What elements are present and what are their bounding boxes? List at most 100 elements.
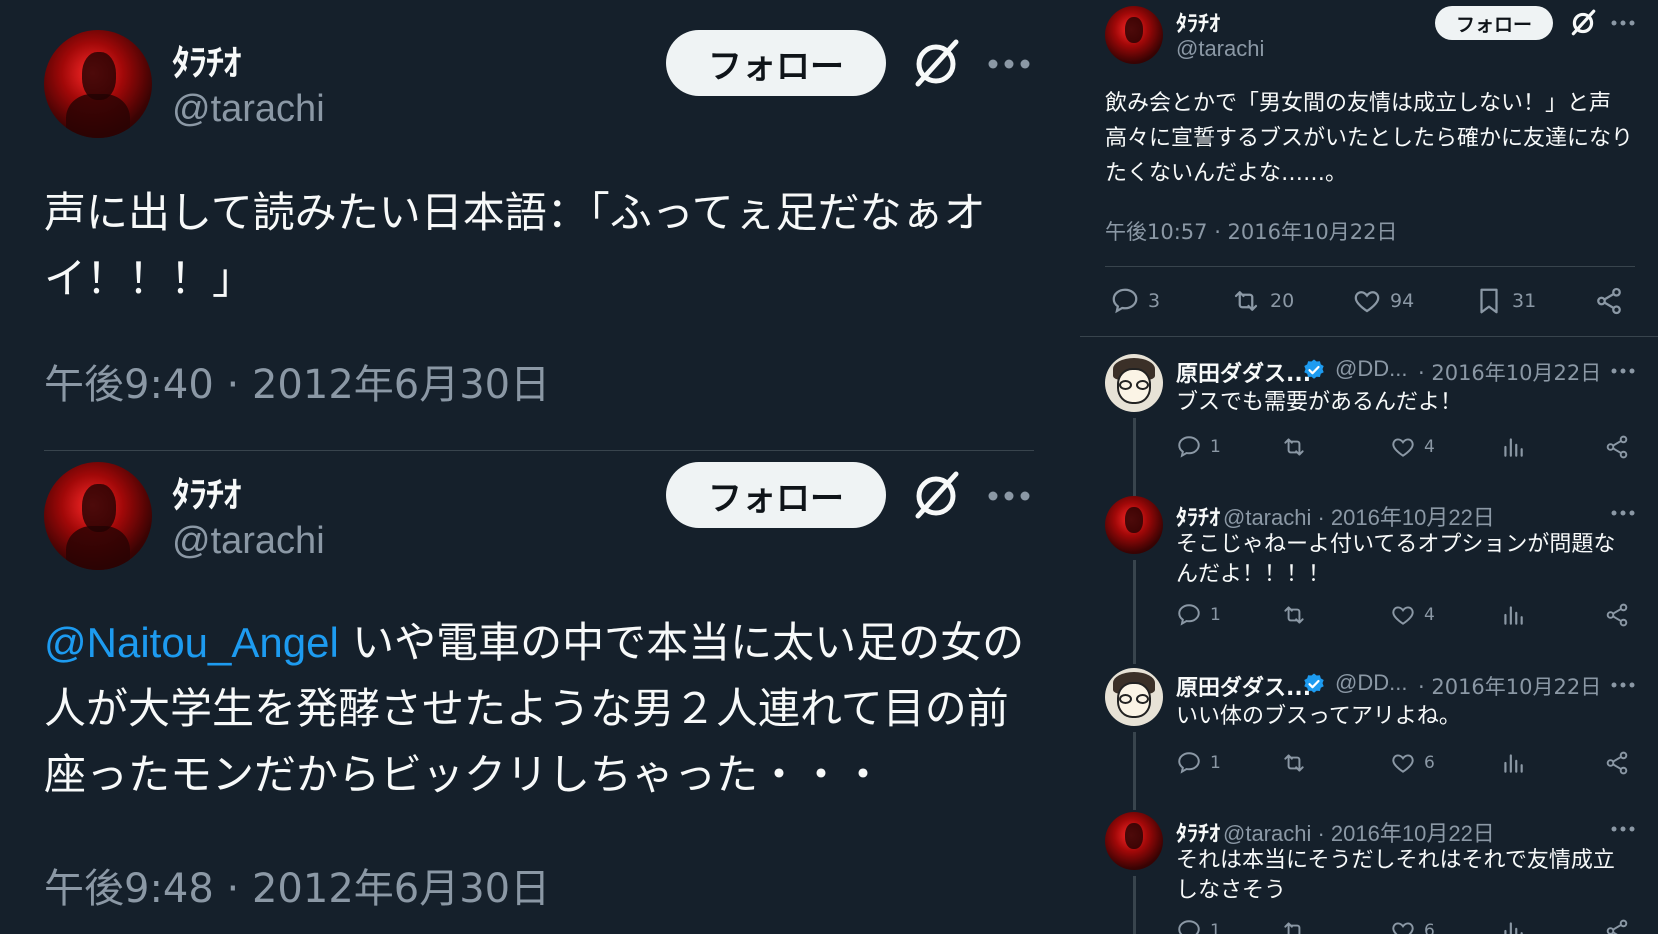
like-button[interactable]: 6 [1390,750,1435,776]
reply-count: 1 [1210,753,1221,773]
reply-button[interactable]: 1 [1176,434,1221,460]
author-name[interactable]: ﾀﾗﾁｵ [1176,6,1220,38]
like-button[interactable]: 6 [1390,918,1435,934]
views-button[interactable] [1500,750,1526,776]
follow-button[interactable]: フォロー [666,462,886,528]
like-count: 94 [1390,290,1415,312]
avatar[interactable] [44,30,152,138]
author-handle[interactable]: @tarachi · 2016年10月22日 [1223,500,1495,532]
author-handle[interactable]: @tarachi [172,520,325,563]
reply-count: 1 [1210,605,1221,625]
tweet-text: 飲み会とかで「男女間の友情は成立しない！」と声高々に宣誓するブスがいたとしたら確… [1105,91,1634,186]
more-icon[interactable] [1610,508,1636,518]
retweet-icon [1284,606,1304,624]
reply-button[interactable]: 3 [1110,286,1160,316]
retweet-button[interactable]: 20 [1230,286,1294,316]
share-icon [1597,287,1621,315]
like-count: 6 [1424,753,1435,773]
avatar[interactable] [1105,812,1163,870]
more-icon[interactable] [1610,18,1636,28]
reply-item[interactable]: 原田ダダス... @DD... · 2016年10月22日 ブスでも需要があるん… [1080,346,1658,496]
author-handle[interactable]: @tarachi [172,88,325,131]
more-icon[interactable] [1610,366,1636,376]
thread-line [1133,876,1136,934]
reply-button[interactable]: 1 [1176,918,1221,934]
avatar[interactable] [1105,6,1163,64]
avatar[interactable] [1105,354,1163,412]
reply-item[interactable]: ﾀﾗﾁｵ @tarachi · 2016年10月22日 それは本当にそうだしそれ… [1080,804,1658,934]
views-button[interactable] [1500,918,1526,934]
views-button[interactable] [1500,602,1526,628]
like-icon [1392,754,1414,773]
reply-button[interactable]: 1 [1176,750,1221,776]
grok-icon[interactable] [908,468,964,524]
share-icon [1606,435,1628,459]
tweet-2[interactable]: ﾀﾗﾁｵ @tarachi フォロー @Naitou_Angel いや電車の中で… [0,460,1040,934]
share-button[interactable] [1604,434,1630,460]
mention-link[interactable]: @Naitou_Angel [44,619,339,666]
like-button[interactable]: 4 [1390,602,1435,628]
like-button[interactable]: 94 [1352,286,1414,316]
tweet-timestamp[interactable]: 午後10:57 · 2016年10月22日 [1105,216,1397,246]
reply-item[interactable]: 原田ダダス... @DD... · 2016年10月22日 いい体のブスってアリ… [1080,660,1658,810]
like-icon [1392,606,1414,625]
reply-text: いい体のブスってアリよね。 [1176,704,1461,729]
bookmark-button[interactable]: 31 [1474,286,1536,316]
tweet-timestamp[interactable]: 午後9:48 · 2012年6月30日 [44,856,550,914]
reply-date[interactable]: · 2016年10月22日 [1418,671,1601,701]
tweet-timestamp[interactable]: 午後9:40 · 2012年6月30日 [44,352,550,410]
grok-icon[interactable] [1568,8,1598,38]
retweet-button[interactable] [1280,602,1308,628]
share-icon [1606,751,1628,775]
views-button[interactable] [1500,434,1526,460]
retweet-icon [1234,291,1258,311]
share-button[interactable] [1594,286,1624,316]
reply-count: 1 [1210,921,1221,934]
avatar[interactable] [44,462,152,570]
grok-icon[interactable] [908,36,964,92]
author-name[interactable]: 原田ダダス... [1176,670,1311,702]
divider [1105,266,1635,267]
reply-button[interactable]: 1 [1176,602,1221,628]
like-button[interactable]: 4 [1390,434,1435,460]
more-icon[interactable] [1610,680,1636,690]
author-name[interactable]: ﾀﾗﾁｵ [172,466,241,518]
tweet-text: 声に出して読みたい日本語：「ふってぇ足だなぁオイ！！！」 [44,188,986,303]
more-icon[interactable] [986,54,1032,74]
more-icon[interactable] [1610,824,1636,834]
author-name[interactable]: ﾀﾗﾁｵ [1176,500,1220,532]
thread-line [1133,418,1136,496]
follow-button[interactable]: フォロー [666,30,886,96]
share-button[interactable] [1604,918,1630,934]
author-handle[interactable]: @DD... [1335,670,1407,696]
tweet-text: @Naitou_Angel いや電車の中で本当に太い足の女の人が大学生を発酵させ… [44,610,1034,808]
reply-date[interactable]: · 2016年10月22日 [1418,357,1601,387]
author-name[interactable]: 原田ダダス... [1176,356,1311,388]
reply-text: そこじゃねーよ付いてるオプションが問題なんだよ！！！！ [1176,532,1616,587]
author-handle[interactable]: @tarachi [1176,36,1264,62]
retweet-button[interactable] [1280,750,1308,776]
like-count: 6 [1424,921,1435,934]
thread-line [1133,560,1136,664]
retweet-count: 20 [1270,290,1295,312]
reply-item[interactable]: ﾀﾗﾁｵ @tarachi · 2016年10月22日 そこじゃねーよ付いてるオ… [1080,488,1658,664]
share-button[interactable] [1604,750,1630,776]
divider [1080,336,1658,337]
author-name[interactable]: ﾀﾗﾁｵ [172,34,241,86]
author-name[interactable]: ﾀﾗﾁｵ [1176,816,1220,848]
share-button[interactable] [1604,602,1630,628]
views-icon [1504,438,1523,457]
avatar[interactable] [1105,496,1163,554]
more-icon[interactable] [986,486,1032,506]
author-handle[interactable]: @DD... [1335,356,1407,382]
reply-text: それは本当にそうだしそれはそれで友情成立しなさそう [1176,848,1615,903]
like-count: 4 [1424,437,1435,457]
tweet-1[interactable]: ﾀﾗﾁｵ @tarachi フォロー 声に出して読みたい日本語：「ふってぇ足だな… [0,0,1040,440]
follow-button[interactable]: フォロー [1435,6,1553,40]
retweet-button[interactable] [1280,434,1308,460]
retweet-button[interactable] [1280,918,1308,934]
author-handle[interactable]: @tarachi · 2016年10月22日 [1223,816,1495,848]
avatar[interactable] [1105,668,1163,726]
reply-icon [1178,436,1200,458]
reply-icon [1178,752,1200,774]
